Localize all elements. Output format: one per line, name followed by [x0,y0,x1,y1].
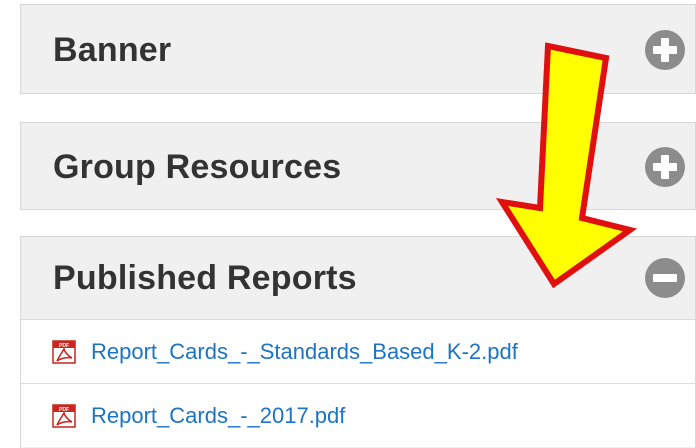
pdf-icon: PDF [52,339,76,364]
published-reports-panel: Published Reports PDF Report_Cards_-_Sta… [20,236,696,448]
page: Banner Group Resources Published Reports [0,0,696,448]
published-reports-panel-title: Published Reports [53,258,357,297]
plus-circle-icon[interactable] [644,29,686,71]
list-item: PDF Report_Cards_-_Standards_Based_K-2.p… [21,319,695,383]
plus-circle-icon[interactable] [644,146,686,188]
group-resources-panel: Group Resources [20,122,696,210]
file-link[interactable]: Report_Cards_-_Standards_Based_K-2.pdf [91,339,518,365]
group-resources-panel-header[interactable]: Group Resources [21,123,695,211]
list-item: PDF Report_Cards_-_2017.pdf [21,383,695,447]
banner-panel-title: Banner [53,30,172,69]
banner-panel-header[interactable]: Banner [21,5,695,95]
file-link[interactable]: Report_Cards_-_2017.pdf [91,403,345,429]
published-reports-panel-header[interactable]: Published Reports [21,237,695,319]
group-resources-panel-title: Group Resources [53,147,342,186]
pdf-icon: PDF [52,403,76,428]
minus-circle-icon[interactable] [644,257,686,299]
file-list: PDF Report_Cards_-_Standards_Based_K-2.p… [21,319,695,447]
banner-panel: Banner [20,4,696,94]
